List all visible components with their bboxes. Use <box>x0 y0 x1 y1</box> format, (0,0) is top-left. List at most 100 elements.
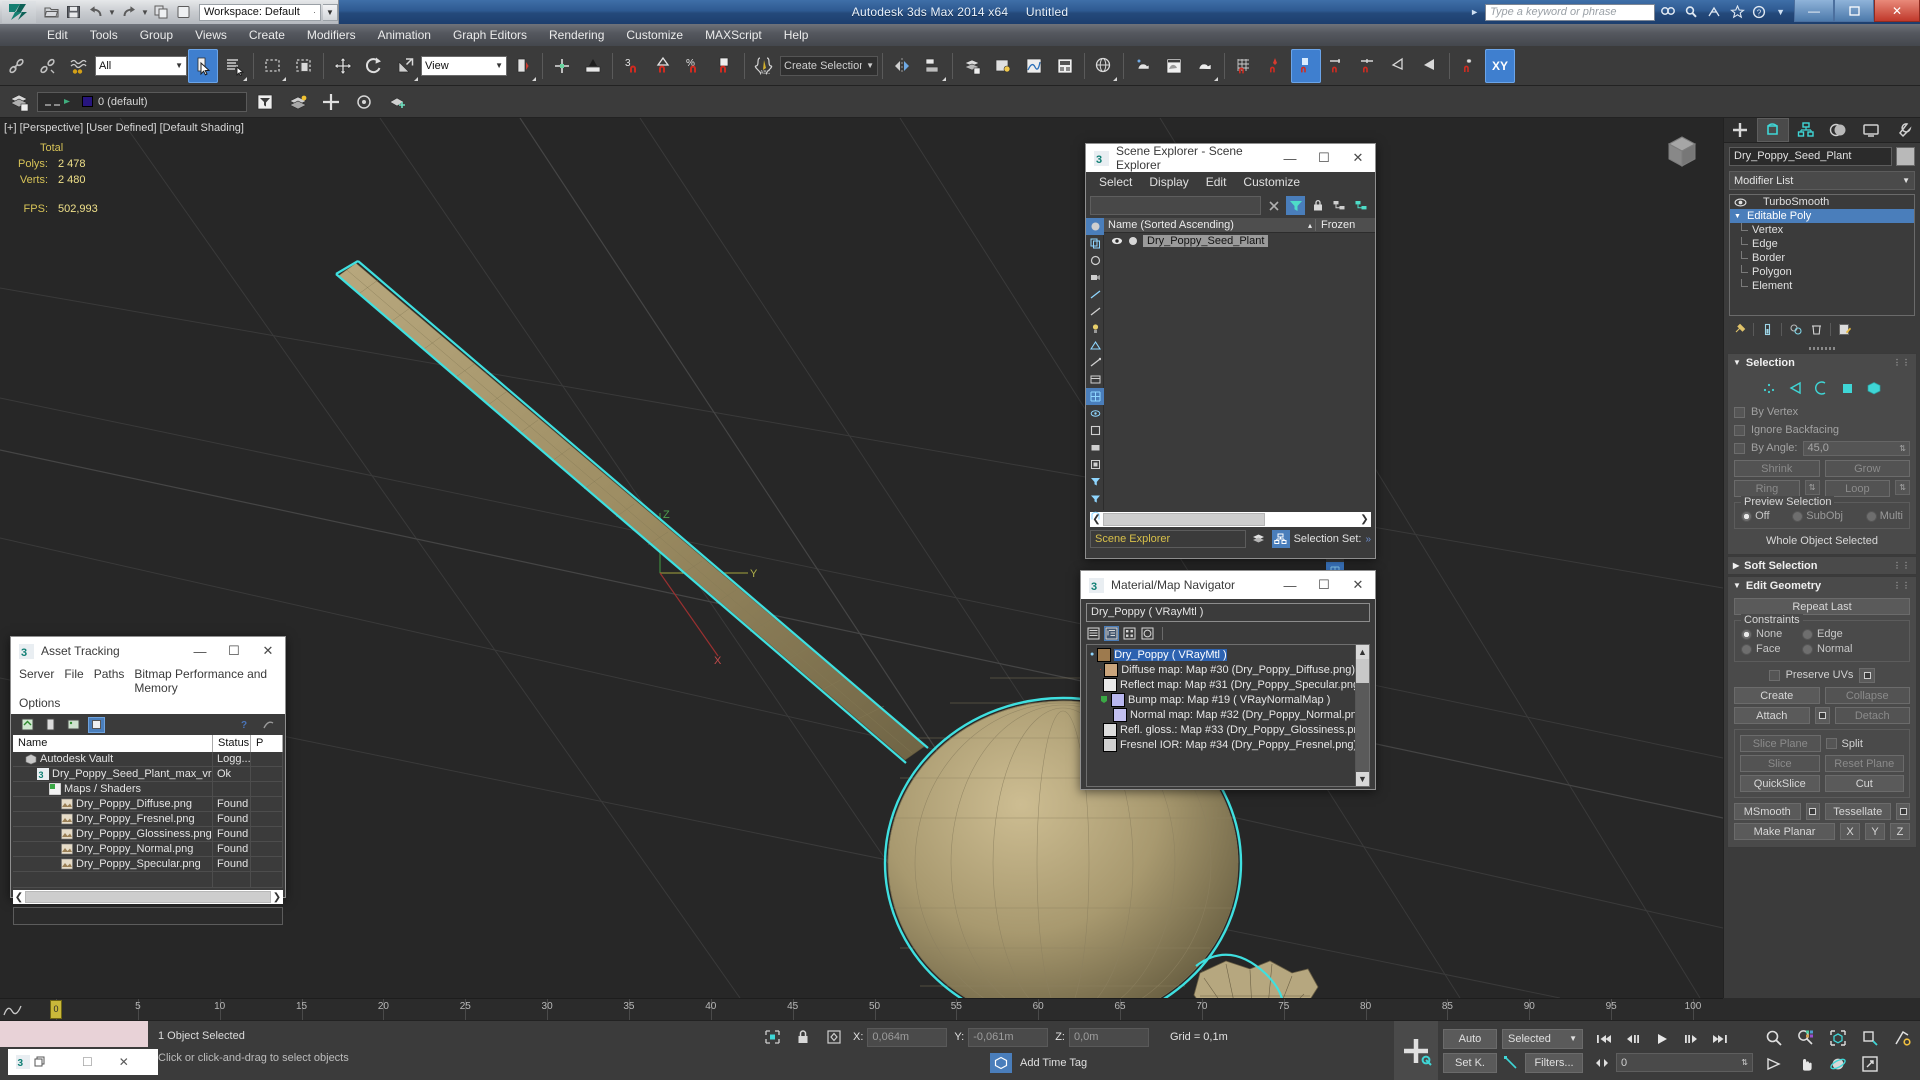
menu-rendering[interactable]: Rendering <box>538 24 615 46</box>
se-menu-customize[interactable]: Customize <box>1235 172 1308 193</box>
edit-named-selection-sets-icon[interactable] <box>710 49 740 83</box>
by-angle-checkbox[interactable] <box>1734 442 1745 454</box>
menu-group[interactable]: Group <box>129 24 184 46</box>
infocenter-expand-arrow[interactable]: ► <box>1467 7 1482 17</box>
make-planar-z-button[interactable]: Z <box>1890 823 1910 840</box>
msmooth-settings-button[interactable] <box>1805 803 1820 820</box>
vertex-snap-icon[interactable] <box>1260 49 1290 83</box>
se-side-box3-icon[interactable] <box>1086 456 1104 473</box>
shrink-button[interactable]: Shrink <box>1734 460 1820 477</box>
view-cube[interactable] <box>1659 128 1705 174</box>
matnav-minimize[interactable]: — <box>1273 571 1307 599</box>
ignore-backfacing-checkbox[interactable] <box>1734 424 1745 436</box>
material-editor-icon[interactable] <box>1089 49 1119 83</box>
menu-views[interactable]: Views <box>184 24 238 46</box>
current-layer-selector[interactable]: 0 (default) <box>37 91 247 112</box>
rendered-frame-window-icon[interactable] <box>1159 49 1189 83</box>
se-side-grid-icon[interactable] <box>1086 388 1104 405</box>
maximize-button[interactable] <box>1834 0 1874 22</box>
expand-triangle-icon[interactable]: ▼ <box>1734 213 1742 220</box>
named-selection-sets-combo[interactable]: Create Selection Se ▼ <box>780 55 878 76</box>
make-planar-button[interactable]: Make Planar <box>1734 823 1835 840</box>
se-side-circle-icon[interactable] <box>1086 252 1104 269</box>
minimized-window-strip[interactable] <box>0 1021 148 1047</box>
magnifier-icon[interactable] <box>1681 2 1701 22</box>
search-icon[interactable] <box>1658 2 1678 22</box>
close-button[interactable]: ✕ <box>1874 0 1920 22</box>
rollout-soft-selection-header[interactable]: ▶ Soft Selection ⋮⋮ <box>1728 557 1916 574</box>
se-side-select-icon[interactable] <box>1086 218 1104 235</box>
matnav-tree[interactable]: ● Dry_Poppy ( VRayMtl ) Diffuse map: Map… <box>1086 644 1370 787</box>
at-menu-bitmap[interactable]: Bitmap Performance and Memory <box>134 667 285 695</box>
at-hscroll-left[interactable]: ❮ <box>13 892 25 903</box>
matnav-row-bump[interactable]: Bump map: Map #19 ( VRayNormalMap ) <box>1090 692 1355 707</box>
layer-manager-icon[interactable] <box>957 49 987 83</box>
modifier-stack[interactable]: TurboSmooth ▼ Editable Poly Vertex Edge … <box>1729 194 1915 316</box>
asset-tracking-close[interactable]: ✕ <box>251 637 285 665</box>
toggle-scene-explorer-icon[interactable] <box>988 49 1018 83</box>
menu-edit[interactable]: Edit <box>36 24 79 46</box>
grow-button[interactable]: Grow <box>1824 460 1910 477</box>
mini-close-icon[interactable]: ✕ <box>119 1055 129 1069</box>
matnav-maximize[interactable]: ☐ <box>1307 571 1341 599</box>
preview-off-radio[interactable] <box>1741 510 1752 522</box>
matnav-row-normal[interactable]: Normal map: Map #32 (Dry_Poppy_Normal.pn… <box>1090 707 1355 722</box>
help-icon[interactable]: ? <box>1750 2 1770 22</box>
matnav-scroll-down-arrow[interactable]: ▼ <box>1356 772 1369 786</box>
asset-tracking-minimize[interactable]: — <box>183 637 217 665</box>
key-filters-button[interactable]: Filters... <box>1525 1052 1583 1073</box>
lock-selection-icon[interactable] <box>791 1027 815 1047</box>
previous-frame-icon[interactable] <box>1620 1028 1646 1049</box>
layer-explorer-icon[interactable] <box>4 85 34 119</box>
add-to-layer-icon[interactable] <box>316 85 346 119</box>
ring-button[interactable]: Ring <box>1734 480 1800 497</box>
hscroll-right-arrow[interactable]: ❯ <box>1358 514 1371 525</box>
at-refresh-icon[interactable] <box>19 717 36 733</box>
preview-subobj-option[interactable]: SubObj <box>1792 510 1843 522</box>
preserve-uvs-settings-button[interactable] <box>1859 667 1876 683</box>
at-list-icon[interactable] <box>42 717 59 733</box>
pan-view-icon[interactable] <box>1790 1051 1822 1077</box>
tab-hierarchy[interactable] <box>1789 118 1822 142</box>
time-slider[interactable]: 0 <box>50 999 62 1019</box>
material-map-navigator-dialog[interactable]: 3 Material/Map Navigator — ☐ ✕ Dry_Poppy… <box>1080 570 1376 790</box>
matnav-scroll-up-arrow[interactable]: ▲ <box>1356 645 1369 659</box>
rollout-edit-geometry-header[interactable]: ▼ Edit Geometry ⋮⋮ <box>1728 577 1916 594</box>
tab-utilities[interactable] <box>1887 118 1920 142</box>
sublevel-element[interactable]: Element <box>1730 279 1914 293</box>
loop-spinner[interactable]: ⇅ <box>1895 480 1910 495</box>
key-mode-toggle[interactable] <box>1394 1021 1438 1080</box>
asset-tracking-dialog[interactable]: 3 Asset Tracking — ☐ ✕ Server File Paths… <box>10 636 286 925</box>
menu-tools[interactable]: Tools <box>79 24 129 46</box>
se-menu-display[interactable]: Display <box>1141 172 1196 193</box>
help-dropdown-arrow[interactable]: ▼ <box>1773 7 1788 17</box>
asset-row-glossiness[interactable]: Dry_Poppy_Glossiness.png Found <box>13 827 283 842</box>
bind-to-space-warp-icon[interactable] <box>64 49 94 83</box>
matnav-list-view-icon[interactable] <box>1086 626 1101 641</box>
asset-row-vault[interactable]: Autodesk Vault Logg... <box>13 752 283 767</box>
collapse-hierarchy-icon[interactable] <box>1352 196 1371 215</box>
slice-button[interactable]: Slice <box>1740 755 1820 772</box>
panel-resize-handle[interactable] <box>1729 345 1915 352</box>
sublevel-polygon[interactable]: Polygon <box>1730 265 1914 279</box>
spinner-snap-toggle2-icon[interactable] <box>1454 49 1484 83</box>
xy-axis-constraint-icon[interactable]: XY <box>1485 48 1515 83</box>
matnav-small-icons-icon[interactable] <box>1122 626 1137 641</box>
matnav-row-diffuse[interactable]: Diffuse map: Map #30 (Dry_Poppy_Diffuse.… <box>1090 662 1355 677</box>
split-checkbox[interactable] <box>1825 738 1837 749</box>
sublevel-edge[interactable]: Edge <box>1730 237 1914 251</box>
object-color-swatch[interactable] <box>1896 147 1915 166</box>
se-side-slash-icon[interactable] <box>1086 303 1104 320</box>
at-info-icon[interactable] <box>260 717 277 733</box>
asset-col-path[interactable]: P <box>251 735 283 752</box>
preview-subobj-radio[interactable] <box>1792 510 1804 522</box>
matnav-path-field[interactable]: Dry_Poppy ( VRayMtl ) <box>1086 603 1370 622</box>
layer-color-swatch[interactable] <box>82 96 93 107</box>
absolute-relative-toggle-icon[interactable] <box>822 1027 846 1047</box>
menu-help[interactable]: Help <box>773 24 820 46</box>
matnav-row-fresnel[interactable]: Fresnel IOR: Map #34 (Dry_Poppy_Fresnel.… <box>1090 737 1355 752</box>
render-production-icon[interactable] <box>1190 49 1220 83</box>
select-and-move-icon[interactable] <box>328 49 358 83</box>
maximize-viewport-toggle-icon[interactable] <box>1854 1051 1886 1077</box>
preview-off-option[interactable]: Off <box>1741 510 1770 522</box>
